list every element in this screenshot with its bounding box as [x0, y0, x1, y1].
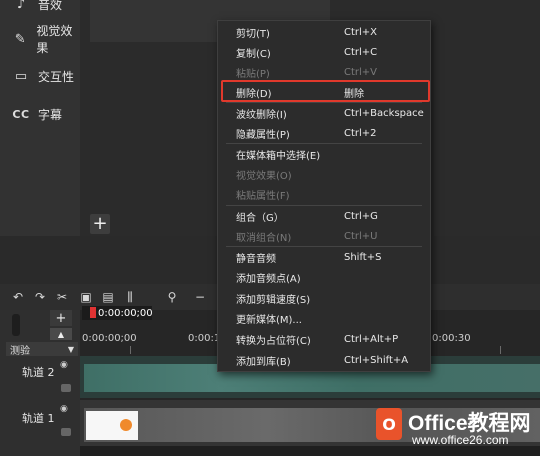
- copy-icon[interactable]: ▣: [78, 289, 94, 305]
- context-menu-item[interactable]: 粘贴属性(F): [218, 184, 430, 204]
- ruler-label: 0:00:30: [432, 333, 471, 344]
- thumbnail-image: [120, 419, 132, 431]
- menu-item-label: 静音音频: [236, 253, 276, 265]
- office-logo-icon: O: [376, 408, 402, 440]
- menu-item-label: 粘贴属性(F): [236, 190, 290, 202]
- collapse-button[interactable]: ▲: [50, 328, 72, 340]
- context-menu-item[interactable]: 剪切(T) Ctrl+X: [218, 22, 430, 42]
- menu-item-label: 视觉效果(O): [236, 170, 292, 182]
- sidebar-item-audio[interactable]: ♪ 音效: [12, 0, 62, 14]
- context-menu-item[interactable]: 添加到库(B) Ctrl+Shift+A: [218, 350, 430, 370]
- menu-item-label: 隐藏属性(P): [236, 129, 290, 141]
- menu-item-shortcut: Ctrl+2: [344, 127, 377, 139]
- eye-icon[interactable]: ◉: [60, 404, 72, 414]
- track-selector-dropdown[interactable]: 测验 ▼: [6, 342, 78, 357]
- context-menu-item[interactable]: 更新媒体(M)...: [218, 308, 430, 328]
- sidebar-item-visual-effects[interactable]: ✎ 视觉效果: [12, 24, 80, 55]
- menu-item-shortcut: Ctrl+V: [344, 66, 378, 78]
- menu-separator: [226, 102, 422, 103]
- sidebar-item-label: 字幕: [38, 107, 63, 122]
- sidebar-item-label: 视觉效果: [36, 24, 73, 55]
- menu-item-shortcut: Ctrl+Alt+P: [344, 333, 399, 345]
- ruler-tick: [130, 346, 131, 354]
- menu-item-shortcut: Ctrl+Shift+A: [344, 354, 409, 366]
- menu-separator: [226, 143, 422, 144]
- menu-item-label: 添加到库(B): [236, 356, 291, 368]
- eye-icon[interactable]: ◉: [60, 360, 72, 370]
- menu-item-label: 剪切(T): [236, 28, 270, 40]
- menu-item-label: 组合（G）: [236, 212, 284, 224]
- cut-icon[interactable]: ✂: [54, 289, 70, 305]
- sidebar-item-interactivity[interactable]: ▭ 交互性: [12, 66, 74, 86]
- lock-icon[interactable]: [61, 428, 71, 436]
- watermark-url: www.office26.com: [412, 433, 509, 447]
- zoom-out-icon[interactable]: −: [192, 289, 208, 305]
- sidebar-item-label: 音效: [38, 0, 63, 12]
- menu-item-label: 复制(C): [236, 48, 271, 60]
- zoom-icon[interactable]: ⚲: [164, 289, 180, 305]
- menu-item-shortcut: Ctrl+Backspace: [344, 107, 424, 119]
- undo-icon[interactable]: ↶: [10, 289, 26, 305]
- sidebar-item-label: 交互性: [38, 69, 75, 84]
- redo-icon[interactable]: ↷: [32, 289, 48, 305]
- highlight-box: [221, 80, 430, 102]
- context-menu-item[interactable]: 复制(C) Ctrl+C: [218, 42, 430, 62]
- add-track-button[interactable]: +: [50, 310, 72, 326]
- menu-item-shortcut: Shift+S: [344, 251, 382, 263]
- menu-item-shortcut: Ctrl+C: [344, 46, 378, 58]
- menu-item-shortcut: Ctrl+X: [344, 26, 378, 38]
- context-menu-item[interactable]: 粘贴(P) Ctrl+V: [218, 62, 430, 82]
- context-menu-item[interactable]: 在媒体箱中选择(E): [218, 144, 430, 164]
- audio-icon: ♪: [16, 0, 26, 12]
- context-menu-item[interactable]: 添加剪辑速度(S): [218, 288, 430, 308]
- chevron-down-icon: ▼: [67, 344, 74, 354]
- menu-separator: [226, 205, 422, 206]
- add-media-button[interactable]: +: [90, 214, 110, 234]
- media-sidebar: ♪ 音效 ✎ 视觉效果 ▭ 交互性 CC 字幕: [0, 0, 80, 236]
- context-menu-item[interactable]: 静音音频 Shift+S: [218, 247, 430, 267]
- playhead-marker[interactable]: [90, 307, 96, 318]
- menu-item-label: 粘贴(P): [236, 68, 270, 80]
- menu-item-label: 在媒体箱中选择(E): [236, 150, 321, 162]
- ruler-label: 0:00:00;00: [82, 333, 137, 344]
- track-name: 轨道 2: [22, 366, 55, 379]
- track-selector-label: 测验: [10, 345, 30, 357]
- context-menu-item[interactable]: 隐藏属性(P) Ctrl+2: [218, 123, 430, 143]
- sidebar-item-captions[interactable]: CC 字幕: [12, 104, 62, 124]
- context-menu-item[interactable]: 组合（G） Ctrl+G: [218, 206, 430, 226]
- context-menu-item[interactable]: 取消组合(N) Ctrl+U: [218, 226, 430, 246]
- menu-item-label: 转换为占位符(C): [236, 335, 311, 347]
- magic-wand-icon: ✎: [14, 31, 26, 47]
- menu-item-label: 波纹删除(I): [236, 109, 287, 121]
- context-menu-item[interactable]: 转换为占位符(C) Ctrl+Alt+P: [218, 329, 430, 349]
- lock-icon[interactable]: [61, 384, 71, 392]
- menu-item-label: 添加剪辑速度(S): [236, 294, 311, 306]
- cc-icon: CC: [12, 107, 30, 121]
- zoom-slider[interactable]: [12, 314, 20, 336]
- menu-item-shortcut: Ctrl+G: [344, 210, 378, 222]
- menu-item-label: 添加音频点(A): [236, 273, 301, 285]
- paste-icon[interactable]: ▤: [100, 289, 116, 305]
- menu-separator: [226, 246, 422, 247]
- context-menu-item[interactable]: 波纹删除(I) Ctrl+Backspace: [218, 103, 430, 123]
- interactivity-icon: ▭: [14, 68, 28, 84]
- clip-thumbnail: [86, 411, 138, 440]
- track-name: 轨道 1: [22, 412, 55, 425]
- context-menu-item[interactable]: 添加音频点(A): [218, 267, 430, 287]
- menu-item-label: 更新媒体(M)...: [236, 314, 302, 326]
- ruler-tick: [500, 346, 501, 354]
- context-menu-item[interactable]: 视觉效果(O): [218, 164, 430, 184]
- menu-item-shortcut: Ctrl+U: [344, 230, 378, 242]
- split-icon[interactable]: ⫼: [122, 289, 138, 305]
- timeline-scrollbar[interactable]: [80, 446, 540, 456]
- menu-item-label: 取消组合(N): [236, 232, 292, 244]
